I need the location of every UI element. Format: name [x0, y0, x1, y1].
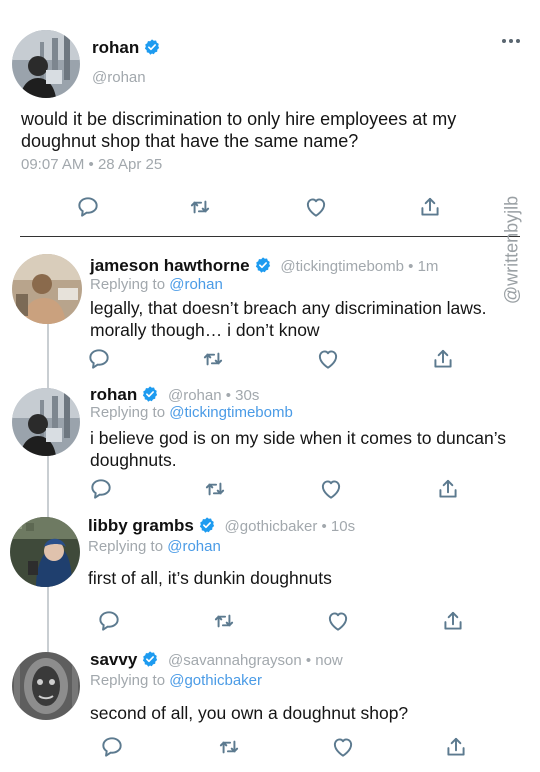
mention-link[interactable]: @rohan — [169, 276, 223, 293]
reply-3-replying-to: Replying to @rohan — [88, 538, 221, 555]
reply-3-share-icon[interactable] — [440, 608, 466, 634]
verified-badge-icon — [254, 256, 272, 274]
replying-label: Replying to — [90, 404, 170, 421]
verified-badge-icon — [143, 38, 161, 56]
reply-1-avatar[interactable] — [12, 254, 82, 324]
replying-label: Replying to — [90, 276, 170, 293]
thread-connector-line — [47, 322, 49, 658]
reply-2-text: i believe god is on my side when it come… — [90, 428, 507, 470]
main-post-avatar[interactable] — [12, 30, 80, 98]
verified-badge-icon — [141, 385, 159, 403]
reply-3-retweet-icon[interactable] — [211, 608, 237, 634]
reply-4-name[interactable]: savvy — [90, 650, 137, 669]
mention-link[interactable]: @rohan — [167, 538, 221, 555]
verified-badge-icon — [198, 516, 216, 534]
reply-2-replying-to: Replying to @tickingtimebomb — [90, 404, 293, 421]
reply-2-meta: @rohan • 30s — [167, 387, 260, 404]
reply-2-retweet-icon[interactable] — [202, 476, 228, 502]
reply-1-meta: @tickingtimebomb • 1m — [280, 258, 439, 275]
reply-3-text: first of all, it’s dunkin doughnuts — [88, 568, 332, 588]
reply-3-like-icon[interactable] — [325, 608, 351, 634]
reply-4-share-icon[interactable] — [443, 734, 469, 760]
main-post-text: would it be discrimination to only hire … — [21, 109, 457, 151]
main-comment-icon[interactable] — [75, 194, 101, 220]
more-options-icon[interactable] — [500, 33, 524, 43]
reply-4-meta: @savannahgrayson • now — [168, 652, 343, 669]
reply-2-like-icon[interactable] — [318, 476, 344, 502]
reply-1-comment-icon[interactable] — [86, 346, 112, 372]
reply-1-name[interactable]: jameson hawthorne — [90, 256, 250, 275]
reply-1-share-icon[interactable] — [430, 346, 456, 372]
reply-1-text: legally, that doesn’t breach any discrim… — [90, 298, 487, 340]
reply-1-replying-to: Replying to @rohan — [90, 276, 223, 293]
main-retweet-icon[interactable] — [187, 194, 213, 220]
reply-2-share-icon[interactable] — [435, 476, 461, 502]
reply-3-name[interactable]: libby grambs — [88, 516, 194, 535]
reply-2-name[interactable]: rohan — [90, 385, 137, 404]
reply-4-replying-to: Replying to @gothicbaker — [90, 672, 262, 689]
reply-4-avatar[interactable] — [12, 652, 80, 720]
reply-4-text: second of all, you own a doughnut shop? — [90, 703, 409, 723]
reply-3-comment-icon[interactable] — [96, 608, 122, 634]
reply-1-retweet-icon[interactable] — [200, 346, 226, 372]
reply-4-comment-icon[interactable] — [99, 734, 125, 760]
reply-2-comment-icon[interactable] — [88, 476, 114, 502]
reply-1-like-icon[interactable] — [315, 346, 341, 372]
reply-3-meta: @gothicbaker • 10s — [224, 518, 356, 535]
replying-label: Replying to — [90, 672, 170, 689]
main-post-name[interactable]: rohan — [92, 38, 139, 57]
reply-4-like-icon[interactable] — [330, 734, 356, 760]
mention-link[interactable]: @tickingtimebomb — [169, 404, 293, 421]
watermark-text: @writtenbyjlb — [501, 195, 522, 305]
reply-4-retweet-icon[interactable] — [216, 734, 242, 760]
reply-2-avatar[interactable] — [12, 388, 80, 456]
main-post-handle[interactable]: @rohan — [92, 69, 146, 86]
verified-badge-icon — [141, 650, 159, 668]
main-like-icon[interactable] — [303, 194, 329, 220]
reply-3-avatar[interactable] — [10, 517, 80, 587]
replying-label: Replying to — [88, 538, 168, 555]
main-post-timestamp: 09:07 AM • 28 Apr 25 — [21, 156, 163, 173]
main-share-icon[interactable] — [417, 194, 443, 220]
thread-divider — [20, 236, 520, 237]
mention-link[interactable]: @gothicbaker — [169, 672, 262, 689]
